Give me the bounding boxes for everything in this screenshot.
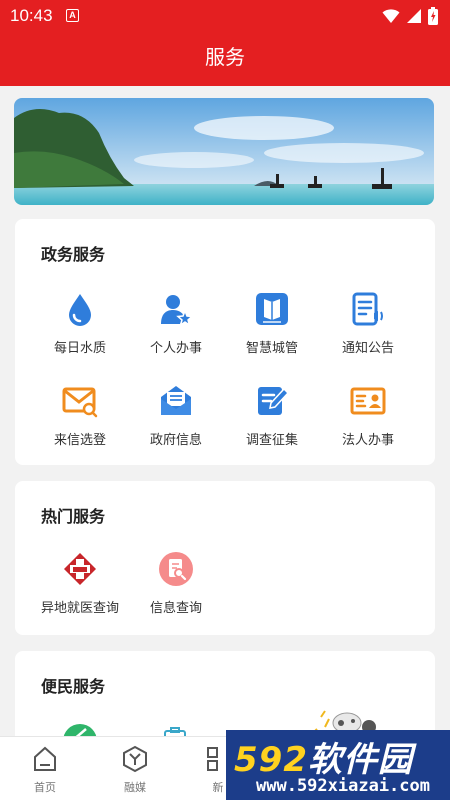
nav-label: 首页 bbox=[34, 781, 56, 794]
notification-icon: A bbox=[66, 9, 79, 22]
service-personal-affairs[interactable]: 个人办事 bbox=[128, 291, 224, 356]
service-label: 法人办事 bbox=[341, 433, 394, 448]
page-title: 服务 bbox=[205, 45, 245, 69]
watermark-brand: 592软件园 bbox=[234, 732, 413, 781]
section-title: 热门服务 bbox=[41, 507, 106, 526]
service-notice[interactable]: 通知公告 bbox=[320, 291, 416, 356]
service-label: 信息查询 bbox=[149, 601, 202, 616]
service-gov-info[interactable]: 政府信息 bbox=[128, 383, 224, 448]
section-title: 政务服务 bbox=[41, 245, 106, 264]
status-time: 10:43 bbox=[10, 6, 53, 25]
system-icons bbox=[382, 7, 438, 25]
id-card-icon bbox=[350, 387, 386, 415]
gov-services-card: 政务服务 每日水质 个人办事 智慧城管 通知公告 来信选登 政府信息 调查征集 … bbox=[15, 219, 435, 465]
service-corporate-affairs[interactable]: 法人办事 bbox=[320, 383, 416, 448]
home-icon bbox=[34, 746, 56, 771]
open-mail-icon bbox=[161, 386, 191, 415]
wifi-icon bbox=[382, 9, 400, 23]
service-label: 政府信息 bbox=[149, 433, 202, 448]
service-label: 调查征集 bbox=[245, 433, 298, 448]
service-letters[interactable]: 来信选登 bbox=[32, 383, 128, 448]
section-title: 便民服务 bbox=[41, 677, 106, 696]
mail-search-icon bbox=[62, 387, 98, 418]
service-label: 通知公告 bbox=[341, 341, 394, 356]
watermark-url: www.592xiazai.com bbox=[256, 776, 430, 796]
battery-icon bbox=[428, 7, 438, 25]
service-info-query[interactable]: 信息查询 bbox=[128, 551, 224, 616]
banner-image[interactable] bbox=[14, 98, 434, 205]
nav-home[interactable]: 首页 bbox=[15, 745, 75, 795]
service-label: 异地就医查询 bbox=[40, 601, 119, 616]
header-bar: 服务 bbox=[0, 32, 450, 86]
service-label: 个人办事 bbox=[149, 341, 202, 356]
person-star-icon bbox=[161, 295, 194, 327]
nav-label: 融媒 bbox=[124, 781, 146, 794]
edit-document-icon bbox=[258, 387, 290, 415]
service-label: 智慧城管 bbox=[245, 341, 298, 356]
watermark-logo: 592软件园 www.592xiazai.com bbox=[226, 730, 450, 800]
book-icon bbox=[256, 293, 288, 325]
status-bar: 10:43 A bbox=[0, 0, 450, 32]
signal-icon bbox=[407, 9, 421, 23]
landscape-image bbox=[14, 98, 434, 205]
service-label: 来信选登 bbox=[53, 433, 106, 448]
service-remote-medical-query[interactable]: 异地就医查询 bbox=[32, 551, 128, 616]
service-survey[interactable]: 调查征集 bbox=[224, 383, 320, 448]
service-daily-water-quality[interactable]: 每日水质 bbox=[32, 291, 128, 356]
nav-media[interactable]: 融媒 bbox=[105, 745, 165, 795]
hot-services-card: 热门服务 异地就医查询 信息查询 bbox=[15, 481, 435, 635]
cube-icon bbox=[123, 745, 147, 773]
medical-cross-icon bbox=[64, 553, 96, 585]
service-smart-city[interactable]: 智慧城管 bbox=[224, 291, 320, 356]
notice-speaker-icon bbox=[352, 292, 383, 326]
document-search-icon bbox=[159, 552, 193, 586]
watermark-brand-num: 592 bbox=[234, 740, 308, 780]
watermark-brand-text: 软件园 bbox=[307, 740, 413, 780]
water-drop-icon bbox=[69, 294, 91, 326]
service-label: 每日水质 bbox=[53, 341, 106, 356]
